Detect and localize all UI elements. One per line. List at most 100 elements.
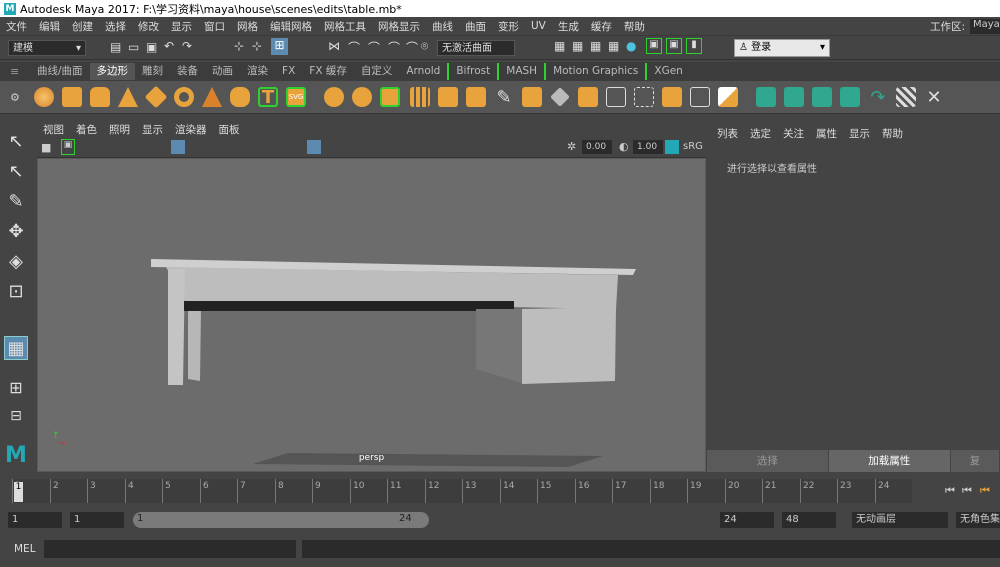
attr-menu-list[interactable]: 列表: [711, 126, 744, 141]
poly-sphere-icon[interactable]: [34, 87, 54, 107]
shelf-tab-bifrost[interactable]: Bifrost: [447, 63, 500, 80]
load-attributes-button[interactable]: 加载属性: [828, 450, 951, 472]
poly-cone-icon[interactable]: [118, 87, 138, 107]
grid-icon[interactable]: [171, 140, 185, 154]
poly-plane-icon[interactable]: [144, 85, 168, 109]
bridge-icon[interactable]: [466, 87, 486, 107]
collapse-icon[interactable]: [662, 87, 682, 107]
camera-attr-icon[interactable]: ▣: [61, 139, 75, 155]
menu-surfaces[interactable]: 曲面: [459, 19, 492, 34]
menu-mesh-tools[interactable]: 网格工具: [318, 19, 372, 34]
timeline-ruler[interactable]: 123456789101112131415161718192021222324: [12, 479, 912, 503]
new-scene-icon[interactable]: ▤: [110, 40, 121, 54]
shelf-tab-rigging[interactable]: 装备: [170, 63, 205, 80]
poly-type-icon[interactable]: T: [258, 87, 278, 107]
gamma-field[interactable]: 1.00: [633, 140, 663, 154]
exposure-icon[interactable]: ✲: [567, 140, 576, 153]
offset-loop-icon[interactable]: [634, 87, 654, 107]
poly-cube-icon[interactable]: [62, 87, 82, 107]
mode-dropdown[interactable]: 建模 ▾: [8, 40, 86, 56]
menu-create[interactable]: 创建: [66, 19, 99, 34]
shelf-tab-curves[interactable]: 曲线/曲面: [30, 63, 90, 80]
shelf-tab-xgen[interactable]: XGen: [647, 63, 689, 80]
exposure-field[interactable]: 0.00: [582, 140, 612, 154]
snap-surface-icon[interactable]: ⌒: [406, 39, 418, 56]
poly-cylinder-icon[interactable]: [90, 87, 110, 107]
cylindrical-map-icon[interactable]: [812, 87, 832, 107]
insert-loop-icon[interactable]: [606, 87, 626, 107]
menu-display[interactable]: 显示: [165, 19, 198, 34]
shelf-tab-custom[interactable]: 自定义: [354, 63, 400, 80]
hypershade-icon[interactable]: ●: [626, 39, 636, 53]
attr-menu-show[interactable]: 显示: [843, 126, 876, 141]
shelf-tab-fx-cache[interactable]: FX 缓存: [302, 63, 354, 80]
scale-tool-icon[interactable]: ⊡: [4, 280, 28, 304]
snap-view-icon[interactable]: ⌒: [388, 39, 400, 56]
gear-icon[interactable]: ⚙: [10, 91, 20, 104]
render-current-icon[interactable]: ▦: [572, 39, 583, 53]
arnold-stop-icon[interactable]: ▮: [686, 38, 702, 54]
copy-tab-button[interactable]: 复: [950, 450, 1000, 472]
menu-curves[interactable]: 曲线: [426, 19, 459, 34]
menu-select[interactable]: 选择: [99, 19, 132, 34]
attr-menu-help[interactable]: 帮助: [876, 126, 909, 141]
menu-windows[interactable]: 窗口: [198, 19, 231, 34]
shelf-tab-rendering[interactable]: 渲染: [240, 63, 275, 80]
camera-icon[interactable]: ■: [41, 141, 51, 154]
shelf-tab-mash[interactable]: MASH: [499, 63, 547, 80]
uv-editor-icon[interactable]: [756, 87, 776, 107]
select-button[interactable]: 选择: [707, 450, 829, 472]
target-weld-icon[interactable]: [690, 87, 710, 107]
gamma-icon[interactable]: ◐: [619, 140, 629, 153]
attr-menu-selected[interactable]: 选定: [744, 126, 777, 141]
menu-edit[interactable]: 编辑: [33, 19, 66, 34]
checker-icon[interactable]: [896, 87, 916, 107]
layout-uv-icon[interactable]: ✕: [924, 87, 944, 108]
automatic-map-icon[interactable]: [840, 87, 860, 107]
smooth-shade-icon[interactable]: [307, 140, 321, 154]
save-scene-icon[interactable]: ▣: [146, 40, 157, 54]
select-object-icon[interactable]: ⊹: [252, 39, 262, 53]
character-set-dropdown[interactable]: 无角色集: [956, 512, 1000, 528]
arnold-render-icon[interactable]: ▣: [646, 38, 662, 54]
start-time-field[interactable]: 1: [8, 512, 62, 528]
svg-icon[interactable]: SVG: [286, 87, 306, 107]
ipr-render-icon[interactable]: ▦: [590, 39, 601, 53]
smooth-icon[interactable]: [410, 87, 430, 107]
select-component-icon[interactable]: ⊞: [271, 38, 288, 55]
playback-end-field[interactable]: 24: [720, 512, 774, 528]
layout-four-icon[interactable]: ⊞: [4, 376, 28, 400]
step-back-icon[interactable]: ⏮: [980, 484, 990, 498]
select-tool-icon[interactable]: ↖: [4, 130, 28, 154]
render-settings-icon[interactable]: ▦: [608, 39, 619, 53]
delete-edge-icon[interactable]: [718, 87, 738, 107]
playback-start-field[interactable]: 1: [70, 512, 124, 528]
shelf-tab-motion-graphics[interactable]: Motion Graphics: [546, 63, 648, 80]
rotate-tool-icon[interactable]: ◈: [4, 250, 28, 274]
workspace-dropdown[interactable]: Maya: [970, 19, 1000, 34]
poly-torus-icon[interactable]: [174, 87, 194, 107]
vmenu-lighting[interactable]: 照明: [103, 122, 136, 137]
vmenu-renderer[interactable]: 渲染器: [169, 122, 213, 137]
live-surface-field[interactable]: 无激活曲面: [437, 40, 515, 56]
menu-edit-mesh[interactable]: 编辑网格: [264, 19, 318, 34]
shelf-tab-animation[interactable]: 动画: [205, 63, 240, 80]
snap-grid-icon[interactable]: ⋈: [328, 39, 340, 53]
mirror-icon[interactable]: [380, 87, 400, 107]
menu-help[interactable]: 帮助: [618, 19, 651, 34]
menu-modify[interactable]: 修改: [132, 19, 165, 34]
end-time-field[interactable]: 48: [782, 512, 836, 528]
planar-map-icon[interactable]: [784, 87, 804, 107]
layout-options-icon[interactable]: ⊟: [4, 404, 28, 428]
menu-generate[interactable]: 生成: [552, 19, 585, 34]
poly-pipe-icon[interactable]: [230, 87, 250, 107]
merge-icon[interactable]: [550, 87, 570, 107]
shelf-tab-fx[interactable]: FX: [275, 63, 302, 80]
menu-cache[interactable]: 缓存: [585, 19, 618, 34]
redo-icon[interactable]: ↷: [182, 39, 192, 53]
menu-deform[interactable]: 变形: [492, 19, 525, 34]
menu-mesh[interactable]: 网格: [231, 19, 264, 34]
move-tool-icon[interactable]: ✥: [4, 220, 28, 244]
undo-icon[interactable]: ↶: [164, 39, 174, 53]
step-back-key-icon[interactable]: ⏮: [945, 484, 955, 498]
